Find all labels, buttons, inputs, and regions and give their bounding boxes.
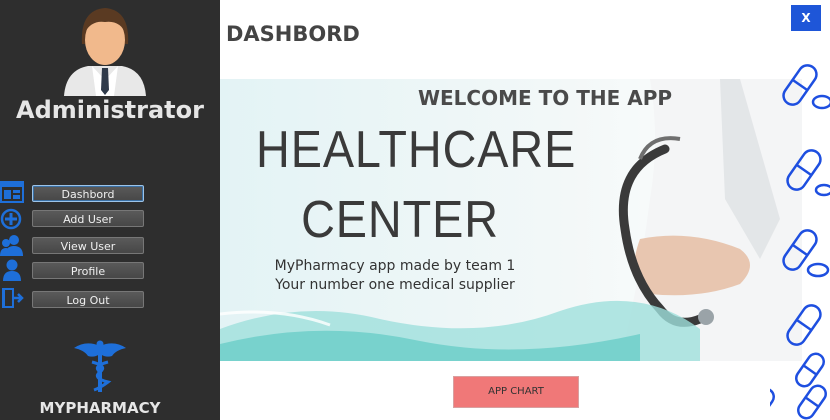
app-chart-button[interactable]: APP CHART: [453, 376, 579, 408]
pill-capsule-icon: [770, 64, 830, 420]
tagline-line-2: Your number one medical supplier: [275, 277, 515, 293]
logout-door-icon: [2, 288, 24, 308]
dashboard-icon: [0, 181, 24, 203]
tagline-line-1: MyPharmacy app made by team 1: [274, 258, 516, 274]
welcome-heading: WELCOME TO THE APP: [417, 86, 673, 110]
nav-dashbord-button[interactable]: Dashbord: [32, 185, 144, 202]
nav-add-user-button[interactable]: Add User: [32, 210, 144, 227]
caduceus-icon: [74, 340, 126, 392]
add-circle-icon: [0, 208, 22, 230]
person-icon: [3, 259, 21, 281]
page-title: DASHBORD: [226, 22, 360, 46]
users-icon: [0, 235, 23, 256]
admin-avatar-icon: [64, 8, 146, 96]
nav-log-out-button[interactable]: Log Out: [32, 291, 144, 308]
close-button[interactable]: X: [791, 5, 821, 31]
nav-profile-button[interactable]: Profile: [32, 262, 144, 279]
headline-line-2: CENTER: [301, 191, 499, 249]
headline-line-1: HEALTHCARE: [256, 121, 577, 179]
user-role-title: Administrator: [16, 96, 204, 124]
brand-name: MYPHARMACY: [39, 399, 161, 417]
nav-view-user-button[interactable]: View User: [32, 237, 144, 254]
sidebar: Administrator Dashbord Add User View Use…: [0, 0, 220, 420]
